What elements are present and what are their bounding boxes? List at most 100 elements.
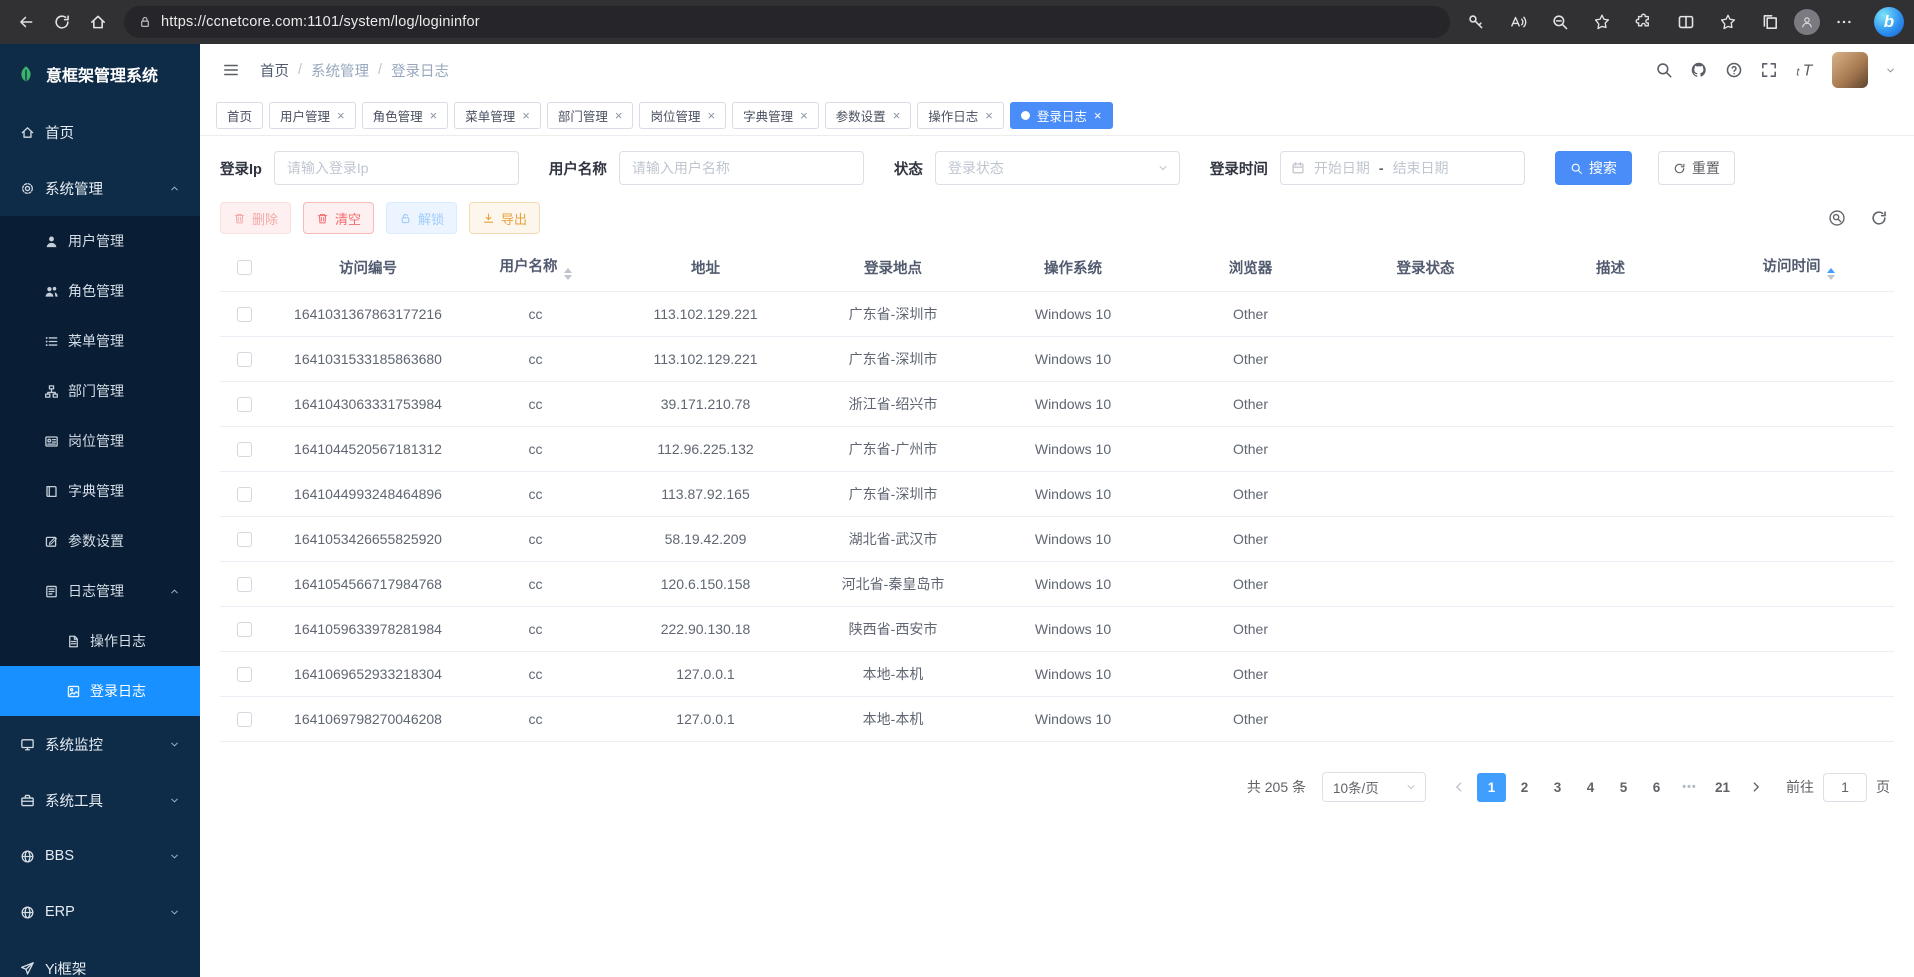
sidebar-item-roles[interactable]: 角色管理 — [0, 266, 200, 316]
sidebar-item-monitor[interactable]: 系统监控 — [0, 716, 200, 772]
header-search-button[interactable] — [1655, 61, 1673, 79]
breadcrumb-system[interactable]: 系统管理 — [311, 60, 369, 81]
reset-button[interactable]: 重置 — [1658, 151, 1735, 185]
tab-dept-mgmt[interactable]: 部门管理× — [547, 102, 634, 129]
next-page-button[interactable] — [1741, 773, 1770, 802]
sidebar-toggle-button[interactable] — [222, 61, 240, 79]
sidebar-item-users[interactable]: 用户管理 — [0, 216, 200, 266]
page-button-4[interactable]: 4 — [1576, 773, 1605, 802]
row-checkbox[interactable] — [237, 487, 252, 502]
select-all-checkbox[interactable] — [237, 260, 252, 275]
page-button-1[interactable]: 1 — [1477, 773, 1506, 802]
export-button[interactable]: 导出 — [469, 202, 540, 234]
page-button-5[interactable]: 5 — [1609, 773, 1638, 802]
sidebar-item-bbs[interactable]: BBS — [0, 828, 200, 884]
search-button[interactable]: 搜索 — [1555, 151, 1632, 185]
row-checkbox[interactable] — [237, 577, 252, 592]
sort-control[interactable] — [564, 268, 572, 280]
tab-operation-log[interactable]: 操作日志× — [917, 102, 1004, 129]
refresh-table-button[interactable] — [1870, 209, 1888, 227]
more-pages-button[interactable]: ••• — [1675, 773, 1704, 802]
address-bar[interactable]: https://ccnetcore.com:1101/system/log/lo… — [124, 6, 1450, 38]
close-icon[interactable]: × — [615, 109, 623, 122]
tab-login-log[interactable]: 登录日志× — [1010, 102, 1113, 129]
ip-input[interactable] — [274, 151, 519, 185]
user-name-input[interactable] — [619, 151, 864, 185]
sidebar-item-posts[interactable]: 岗位管理 — [0, 416, 200, 466]
tab-role-mgmt[interactable]: 角色管理× — [362, 102, 449, 129]
close-icon[interactable]: × — [522, 109, 530, 122]
page-button-2[interactable]: 2 — [1510, 773, 1539, 802]
close-icon[interactable]: × — [430, 109, 438, 122]
row-checkbox[interactable] — [237, 622, 252, 637]
font-size-button[interactable]: tT — [1795, 60, 1815, 80]
close-icon[interactable]: × — [337, 109, 345, 122]
col-visit-time[interactable]: 访问时间 — [1703, 244, 1894, 292]
toggle-search-button[interactable] — [1828, 209, 1846, 227]
collections-button[interactable] — [1752, 5, 1788, 39]
tab-post-mgmt[interactable]: 岗位管理× — [639, 102, 726, 129]
sidebar-item-login-log[interactable]: 登录日志 — [0, 666, 200, 716]
close-icon[interactable]: × — [985, 109, 993, 122]
browser-home-button[interactable] — [80, 5, 116, 39]
favorites-button[interactable] — [1710, 5, 1746, 39]
github-button[interactable] — [1690, 61, 1708, 79]
chevron-down-icon[interactable] — [1885, 65, 1896, 76]
sidebar-item-logs[interactable]: 日志管理 — [0, 566, 200, 616]
sidebar-item-tools[interactable]: 系统工具 — [0, 772, 200, 828]
status-select[interactable]: 登录状态 — [935, 151, 1180, 185]
sidebar-item-erp[interactable]: ERP — [0, 884, 200, 940]
page-size-select[interactable]: 10条/页 — [1322, 772, 1426, 802]
tab-menu-mgmt[interactable]: 菜单管理× — [454, 102, 541, 129]
sidebar-item-parameters[interactable]: 参数设置 — [0, 516, 200, 566]
copilot-button[interactable]: b — [1874, 7, 1904, 37]
favorite-add-button[interactable] — [1584, 5, 1620, 39]
zoom-button[interactable] — [1542, 5, 1578, 39]
sidebar-item-system[interactable]: 系统管理 — [0, 160, 200, 216]
goto-page-input[interactable] — [1823, 773, 1867, 802]
date-range-picker[interactable]: 开始日期 - 结束日期 — [1280, 151, 1525, 185]
read-aloud-button[interactable] — [1500, 5, 1536, 39]
extensions-button[interactable] — [1626, 5, 1662, 39]
row-checkbox[interactable] — [237, 532, 252, 547]
unlock-button[interactable]: 解锁 — [386, 202, 457, 234]
password-button[interactable] — [1458, 5, 1494, 39]
sort-control[interactable] — [1827, 268, 1835, 280]
browser-refresh-button[interactable] — [44, 5, 80, 39]
page-button-3[interactable]: 3 — [1543, 773, 1572, 802]
tab-home[interactable]: 首页 — [216, 102, 263, 129]
browser-back-button[interactable] — [8, 5, 44, 39]
tab-param-settings[interactable]: 参数设置× — [825, 102, 912, 129]
tab-dict-mgmt[interactable]: 字典管理× — [732, 102, 819, 129]
row-checkbox[interactable] — [237, 352, 252, 367]
sidebar-item-home[interactable]: 首页 — [0, 104, 200, 160]
close-icon[interactable]: × — [707, 109, 715, 122]
row-checkbox[interactable] — [237, 397, 252, 412]
page-button-21[interactable]: 21 — [1708, 773, 1737, 802]
prev-page-button[interactable] — [1444, 773, 1473, 802]
sidebar-item-departments[interactable]: 部门管理 — [0, 366, 200, 416]
close-icon[interactable]: × — [893, 109, 901, 122]
row-checkbox[interactable] — [237, 307, 252, 322]
sidebar-item-dictionaries[interactable]: 字典管理 — [0, 466, 200, 516]
delete-button[interactable]: 删除 — [220, 202, 291, 234]
page-button-6[interactable]: 6 — [1642, 773, 1671, 802]
sidebar-item-operation-log[interactable]: 操作日志 — [0, 616, 200, 666]
browser-menu-button[interactable] — [1826, 5, 1862, 39]
clear-button[interactable]: 清空 — [303, 202, 374, 234]
browser-profile-button[interactable] — [1794, 9, 1820, 35]
tab-user-mgmt[interactable]: 用户管理× — [269, 102, 356, 129]
help-button[interactable] — [1725, 61, 1743, 79]
split-screen-button[interactable] — [1668, 5, 1704, 39]
close-icon[interactable]: × — [800, 109, 808, 122]
row-checkbox[interactable] — [237, 712, 252, 727]
fullscreen-button[interactable] — [1760, 61, 1778, 79]
col-user-name[interactable]: 用户名称 — [468, 244, 603, 292]
sidebar-item-menus[interactable]: 菜单管理 — [0, 316, 200, 366]
row-checkbox[interactable] — [237, 667, 252, 682]
row-checkbox[interactable] — [237, 442, 252, 457]
breadcrumb-home[interactable]: 首页 — [260, 60, 289, 81]
sidebar-item-yi-framework[interactable]: Yi框架 — [0, 940, 200, 977]
user-avatar[interactable] — [1832, 52, 1868, 88]
close-icon[interactable]: × — [1094, 109, 1102, 122]
